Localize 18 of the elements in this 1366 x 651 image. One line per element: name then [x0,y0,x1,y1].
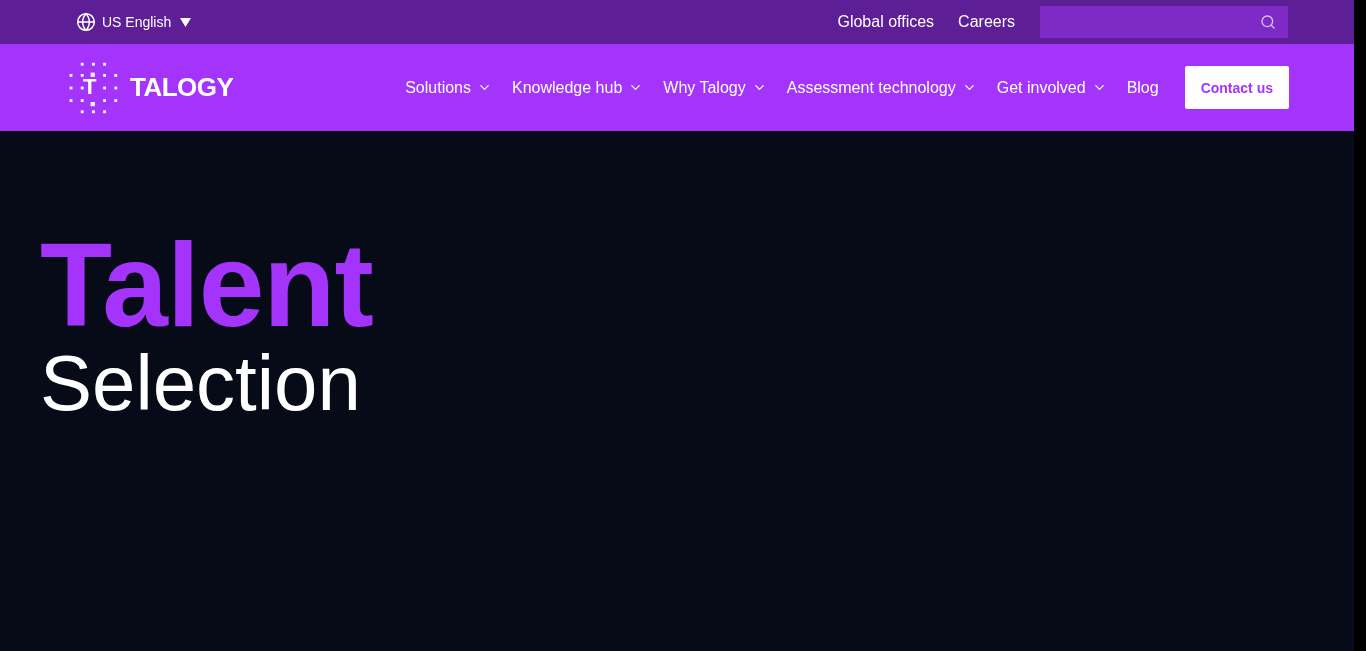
nav-link[interactable]: Get involved [996,78,1107,97]
nav-link[interactable]: Why Talogy [663,78,767,97]
logo-mark: T [83,73,97,100]
nav-link[interactable]: Solutions [405,78,492,97]
globe-icon [76,12,96,32]
nav-link[interactable]: Assessment technology [786,78,977,97]
caret-icon [180,17,192,27]
logo-name: TALOGY [130,72,234,103]
search-icon [1260,14,1276,30]
hero-subtitle: Selection [40,341,361,425]
contact-button[interactable]: Contact us [1184,66,1289,109]
top-link[interactable]: Careers [958,13,1015,31]
hero-title: Talent [40,229,373,341]
nav-link[interactable]: Blog [1126,78,1159,97]
top-link[interactable]: Global offices [837,13,935,31]
language-selector[interactable]: US English [76,12,192,32]
nav-link[interactable]: Knowledge hub [512,78,644,97]
search-field[interactable] [1040,6,1288,38]
